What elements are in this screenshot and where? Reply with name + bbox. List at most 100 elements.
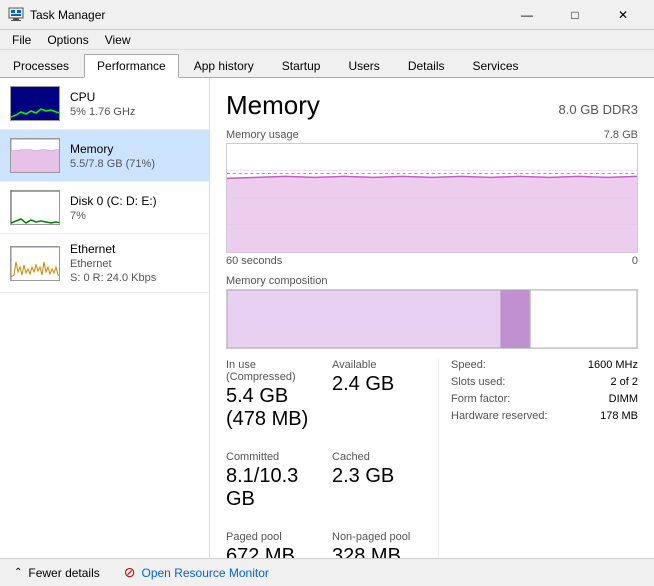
committed-value: 8.1/10.3 GB [226, 465, 322, 511]
usage-label: Memory usage [226, 129, 299, 141]
memory-info: Memory 5.5/7.8 GB (71%) [70, 142, 199, 170]
tab-app-history[interactable]: App history [181, 53, 267, 77]
tab-startup[interactable]: Startup [269, 53, 334, 77]
ethernet-info: Ethernet Ethernet S: 0 R: 24.0 Kbps [70, 242, 199, 284]
in-use-label: In use (Compressed) [226, 359, 322, 383]
speed-value: 1600 MHz [588, 359, 638, 371]
sidebar-item-ethernet[interactable]: Ethernet Ethernet S: 0 R: 24.0 Kbps [0, 234, 209, 293]
bottom-bar: ⌃ Fewer details ⊘ Open Resource Monitor [0, 558, 654, 586]
sidebar-item-memory[interactable]: Memory 5.5/7.8 GB (71%) [0, 130, 209, 182]
time-label-row: 60 seconds 0 [226, 255, 638, 267]
memory-page-title: Memory [226, 90, 320, 121]
speed-label: Speed: [451, 359, 486, 371]
fewer-details-label: Fewer details [28, 566, 99, 580]
paged-pool-block: Paged pool 672 MB [226, 531, 322, 558]
available-value: 2.4 GB [332, 373, 428, 396]
tab-bar: Processes Performance App history Startu… [0, 50, 654, 78]
ethernet-stats: S: 0 R: 24.0 Kbps [70, 272, 199, 284]
form-factor-label: Form factor: [451, 393, 510, 405]
hw-reserved-row: Hardware reserved: 178 MB [451, 410, 638, 422]
close-button[interactable]: ✕ [600, 0, 646, 30]
composition-text: Memory composition [226, 275, 327, 287]
ethernet-mini-graph [10, 246, 60, 281]
tab-performance[interactable]: Performance [84, 54, 179, 78]
memory-subtitle: 5.5/7.8 GB (71%) [70, 158, 199, 170]
cpu-subtitle: 5% 1.76 GHz [70, 106, 199, 118]
non-paged-pool-label: Non-paged pool [332, 531, 428, 543]
memory-usage-section: Memory usage 7.8 GB 60 secon [226, 129, 638, 267]
tab-services[interactable]: Services [460, 53, 532, 77]
cpu-title: CPU [70, 90, 199, 104]
stat-row-3: Paged pool 672 MB Non-paged pool 328 MB [226, 531, 428, 558]
fewer-details-button[interactable]: ⌃ Fewer details [10, 564, 104, 582]
disk-mini-graph [10, 190, 60, 225]
content-area: Memory 8.0 GB DDR3 Memory usage 7.8 GB [210, 78, 654, 558]
paged-pool-value: 672 MB [226, 545, 322, 558]
speed-row: Speed: 1600 MHz [451, 359, 638, 371]
disk-subtitle: 7% [70, 210, 199, 222]
cached-value: 2.3 GB [332, 465, 428, 488]
non-paged-pool-block: Non-paged pool 328 MB [332, 531, 428, 558]
menu-options[interactable]: Options [39, 31, 96, 49]
right-stats: Speed: 1600 MHz Slots used: 2 of 2 Form … [438, 359, 638, 558]
memory-composition-section: Memory composition [226, 275, 638, 349]
maximize-button[interactable]: □ [552, 0, 598, 30]
stat-row-1: In use (Compressed) 5.4 GB (478 MB) Avai… [226, 359, 428, 445]
open-resource-monitor-button[interactable]: ⊘ Open Resource Monitor [120, 562, 273, 583]
window-title: Task Manager [30, 8, 504, 22]
available-label: Available [332, 359, 428, 371]
app-icon [8, 7, 24, 23]
time-end: 0 [632, 255, 638, 267]
memory-title: Memory [70, 142, 199, 156]
tab-users[interactable]: Users [335, 53, 392, 77]
paged-pool-label: Paged pool [226, 531, 322, 543]
usage-chart-label: Memory usage 7.8 GB [226, 129, 638, 141]
hw-reserved-label: Hardware reserved: [451, 410, 548, 422]
usage-max: 7.8 GB [604, 129, 638, 141]
cpu-info: CPU 5% 1.76 GHz [70, 90, 199, 118]
memory-header: Memory 8.0 GB DDR3 [226, 90, 638, 121]
ethernet-name: Ethernet [70, 258, 199, 270]
stats-container: In use (Compressed) 5.4 GB (478 MB) Avai… [226, 359, 638, 558]
sidebar: CPU 5% 1.76 GHz Memory 5.5/7.8 GB (71%) [0, 78, 210, 558]
chevron-up-icon: ⌃ [14, 567, 22, 578]
title-bar: Task Manager — □ ✕ [0, 0, 654, 30]
minimize-button[interactable]: — [504, 0, 550, 30]
tab-processes[interactable]: Processes [0, 53, 82, 77]
stat-row-2: Committed 8.1/10.3 GB Cached 2.3 GB [226, 451, 428, 525]
cached-label: Cached [332, 451, 428, 463]
available-block: Available 2.4 GB [332, 359, 428, 431]
main-content: CPU 5% 1.76 GHz Memory 5.5/7.8 GB (71%) [0, 78, 654, 558]
sidebar-item-cpu[interactable]: CPU 5% 1.76 GHz [0, 78, 209, 130]
committed-label: Committed [226, 451, 322, 463]
memory-spec: 8.0 GB DDR3 [559, 102, 638, 117]
memory-mini-graph [10, 138, 60, 173]
disk-info: Disk 0 (C: D: E:) 7% [70, 194, 199, 222]
in-use-block: In use (Compressed) 5.4 GB (478 MB) [226, 359, 322, 431]
form-factor-value: DIMM [609, 393, 638, 405]
resource-monitor-icon: ⊘ [124, 564, 136, 581]
committed-block: Committed 8.1/10.3 GB [226, 451, 322, 511]
cached-block: Cached 2.3 GB [332, 451, 428, 511]
tab-details[interactable]: Details [395, 53, 458, 77]
open-resource-monitor-label: Open Resource Monitor [142, 566, 269, 580]
form-factor-row: Form factor: DIMM [451, 393, 638, 405]
non-paged-pool-value: 328 MB [332, 545, 428, 558]
window-controls: — □ ✕ [504, 0, 646, 30]
left-stats: In use (Compressed) 5.4 GB (478 MB) Avai… [226, 359, 438, 558]
disk-title: Disk 0 (C: D: E:) [70, 194, 199, 208]
menu-bar: File Options View [0, 30, 654, 50]
slots-value: 2 of 2 [610, 376, 638, 388]
slots-label: Slots used: [451, 376, 505, 388]
usage-chart [226, 143, 638, 253]
sidebar-item-disk[interactable]: Disk 0 (C: D: E:) 7% [0, 182, 209, 234]
cpu-mini-graph [10, 86, 60, 121]
in-use-value: 5.4 GB (478 MB) [226, 385, 322, 431]
menu-file[interactable]: File [4, 31, 39, 49]
menu-view[interactable]: View [97, 31, 139, 49]
time-start: 60 seconds [226, 255, 282, 267]
composition-chart [226, 289, 638, 349]
ethernet-title: Ethernet [70, 242, 199, 256]
slots-row: Slots used: 2 of 2 [451, 376, 638, 388]
hw-reserved-value: 178 MB [600, 410, 638, 422]
